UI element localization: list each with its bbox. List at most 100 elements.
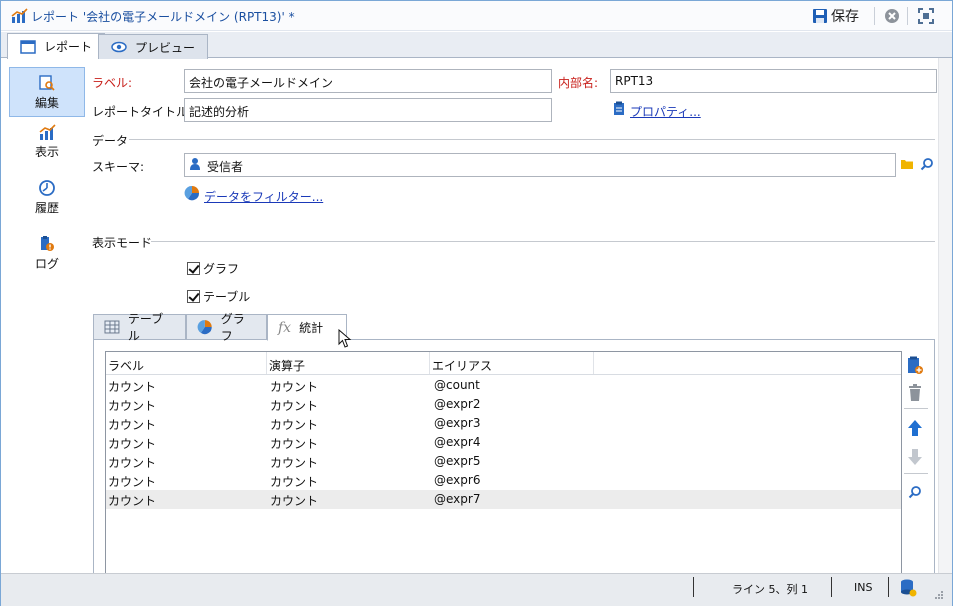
sidebar-item-log[interactable]: ログ <box>9 235 85 285</box>
search-icon[interactable] <box>904 482 926 504</box>
save-label: 保存 <box>831 9 859 25</box>
column-separator[interactable] <box>429 352 430 374</box>
filter-data-link[interactable]: データをフィルター... <box>204 188 323 205</box>
sidebar-item-edit[interactable]: 編集 <box>9 67 85 117</box>
properties-link[interactable]: プロパティ... <box>630 103 701 120</box>
cell-operator: カウント <box>270 494 319 508</box>
save-button[interactable]: 保存 <box>812 6 859 26</box>
table-row[interactable]: カウント カウント @count <box>106 376 901 395</box>
report-chart-icon <box>11 8 28 23</box>
subtab-graph-label: グラフ <box>220 312 245 343</box>
database-icon[interactable] <box>899 578 917 598</box>
column-header-operator[interactable]: 演算子 <box>269 357 305 374</box>
checkbox-box[interactable] <box>187 262 200 275</box>
add-icon[interactable] <box>904 355 926 377</box>
vertical-scrollbar[interactable] <box>938 58 952 573</box>
toolbar-separator <box>874 7 875 25</box>
table-row[interactable]: カウント カウント @expr3 <box>106 414 901 433</box>
folder-icon[interactable] <box>900 158 914 170</box>
cancel-icon[interactable] <box>884 8 900 24</box>
table-row[interactable]: カウント カウント @expr4 <box>106 433 901 452</box>
status-separator <box>831 577 832 597</box>
cell-label: カウント <box>108 475 157 489</box>
properties-icon <box>614 101 624 115</box>
sidebar-item-display[interactable]: 表示 <box>9 123 85 173</box>
main-tab-bar: レポート プレビュー <box>1 32 952 59</box>
form-icon <box>20 39 36 54</box>
report-editor-window: レポート '会社の電子メールドメイン (RPT13)' * 保存 レポート プレ… <box>0 0 953 606</box>
cell-operator: カウント <box>270 418 319 432</box>
internal-name-caption: 内部名: <box>558 76 599 90</box>
function-icon: fx <box>278 319 292 336</box>
toolbar-separator <box>904 473 928 474</box>
move-up-icon[interactable] <box>904 417 926 439</box>
cell-operator: カウント <box>270 456 319 470</box>
cell-label: カウント <box>108 380 157 394</box>
filter-pie-icon <box>184 185 200 201</box>
table-row[interactable]: カウント カウント @expr5 <box>106 452 901 471</box>
subtab-table-label: テーブル <box>127 312 164 343</box>
internal-name-input[interactable]: RPT13 <box>610 69 937 93</box>
sidebar-item-label: 編集 <box>34 96 59 110</box>
column-separator[interactable] <box>266 352 267 374</box>
cell-operator: カウント <box>270 475 319 489</box>
toolbar-separator <box>904 408 928 409</box>
group-divider <box>129 139 935 140</box>
tab-preview-label: プレビュー <box>135 40 196 55</box>
report-title-input[interactable]: 記述的分析 <box>184 98 552 122</box>
edit-icon <box>39 75 55 91</box>
table-row[interactable]: カウント カウント @expr2 <box>106 395 901 414</box>
insert-mode: INS <box>854 581 873 594</box>
cell-label: カウント <box>108 494 157 508</box>
table-checkbox[interactable]: テーブル <box>187 288 250 305</box>
display-mode-title: 表示モード <box>92 236 153 250</box>
cell-label: カウント <box>108 399 157 413</box>
resize-grip-icon[interactable] <box>934 590 944 600</box>
log-icon <box>41 236 54 251</box>
delete-icon[interactable] <box>904 382 926 404</box>
cell-alias: @expr2 <box>434 397 481 411</box>
maximize-icon[interactable] <box>918 8 934 24</box>
schema-input[interactable]: 受信者 <box>184 153 896 177</box>
subtab-graph[interactable]: グラフ <box>186 312 267 343</box>
column-header-alias[interactable]: エイリアス <box>432 357 492 374</box>
table-icon <box>104 320 120 334</box>
table-checkbox-label: テーブル <box>203 290 251 304</box>
sidebar-item-label: ログ <box>34 257 59 271</box>
column-separator[interactable] <box>593 352 594 374</box>
toolbar-separator <box>907 7 908 25</box>
table-row[interactable]: カウント カウント @expr6 <box>106 471 901 490</box>
column-header-label[interactable]: ラベル <box>108 357 144 374</box>
graph-checkbox[interactable]: グラフ <box>187 260 239 277</box>
subtab-statistics[interactable]: fx 統計 <box>267 314 347 341</box>
move-down-icon[interactable] <box>904 446 926 468</box>
subtab-statistics-label: 統計 <box>299 321 324 335</box>
table-row-selected[interactable]: カウント カウント @expr7 <box>106 490 901 509</box>
grid-header: ラベル 演算子 エイリアス <box>106 352 901 375</box>
schema-caption: スキーマ: <box>92 160 145 174</box>
history-icon <box>39 180 55 196</box>
cell-alias: @expr5 <box>434 454 481 468</box>
subtab-table[interactable]: テーブル <box>93 312 186 343</box>
data-group-title: データ <box>92 134 129 148</box>
user-icon <box>190 158 200 170</box>
left-navigation: 編集 表示 履歴 ログ <box>9 67 85 285</box>
sidebar-item-history[interactable]: 履歴 <box>9 179 85 229</box>
graph-checkbox-label: グラフ <box>203 262 240 276</box>
search-icon[interactable] <box>920 157 934 171</box>
tab-report[interactable]: レポート <box>7 33 106 59</box>
cell-alias: @count <box>434 378 480 392</box>
status-bar: ライン 5、列 1 INS <box>1 573 952 606</box>
window-title: レポート '会社の電子メールドメイン (RPT13)' * <box>31 10 295 24</box>
pie-chart-icon <box>197 320 212 335</box>
cell-alias: @expr3 <box>434 416 481 430</box>
sidebar-item-label: 履歴 <box>34 201 59 215</box>
cell-alias: @expr4 <box>434 435 481 449</box>
chart-icon <box>39 124 56 140</box>
status-separator <box>693 577 694 597</box>
tab-preview[interactable]: プレビュー <box>98 34 209 59</box>
label-input[interactable]: 会社の電子メールドメイン <box>184 69 552 93</box>
cell-operator: カウント <box>270 380 319 394</box>
checkbox-box[interactable] <box>187 290 200 303</box>
status-separator <box>888 577 889 597</box>
